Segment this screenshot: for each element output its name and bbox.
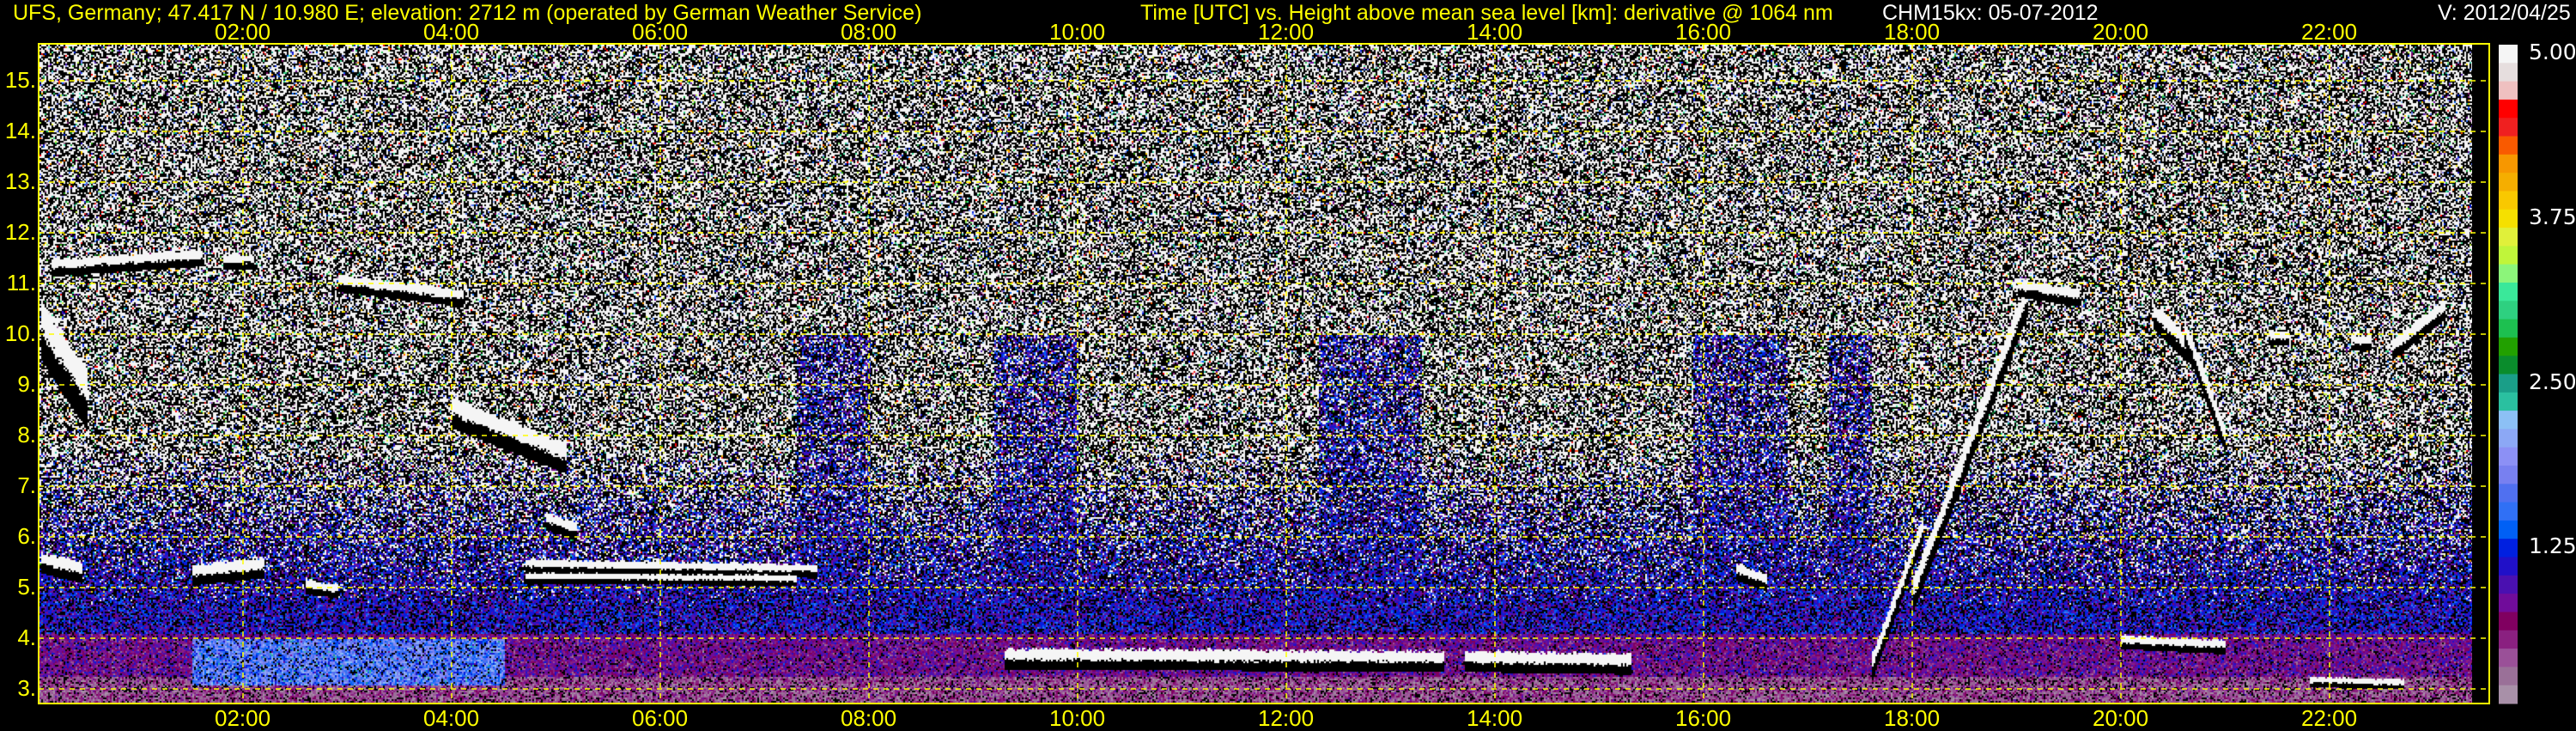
x-tick-label-bottom: 08:00 <box>841 705 897 731</box>
colorbar-tick-label: 2.50 <box>2529 369 2576 394</box>
colorbar-swatch <box>2499 466 2518 484</box>
colorbar-swatch <box>2499 667 2518 686</box>
y-tick-label: 5. <box>17 574 36 600</box>
x-tick-label-top: 08:00 <box>841 19 897 45</box>
plot-frame <box>38 43 2490 704</box>
colorbar-swatch <box>2499 118 2518 137</box>
x-tick-label-bottom: 18:00 <box>1884 705 1941 731</box>
y-tick-label: 6. <box>17 523 36 549</box>
colorbar-swatch <box>2499 392 2518 411</box>
x-tick-label-bottom: 06:00 <box>632 705 689 731</box>
colorbar-swatch <box>2499 429 2518 448</box>
x-tick-label-top: 18:00 <box>1884 19 1941 45</box>
y-tick-label: 15. <box>4 67 36 93</box>
y-tick-label: 13. <box>4 168 36 194</box>
colorbar-swatch <box>2499 228 2518 247</box>
colorbar-swatch <box>2499 502 2518 521</box>
x-tick-label-bottom: 16:00 <box>1675 705 1732 731</box>
colorbar-swatch <box>2499 154 2518 174</box>
x-tick-label-bottom: 04:00 <box>423 705 480 731</box>
colorbar-swatch <box>2499 612 2518 631</box>
x-tick-label-bottom: 10:00 <box>1049 705 1106 731</box>
plot-overlay <box>38 43 2518 704</box>
y-tick-label: 7. <box>17 472 36 498</box>
colorbar-swatch <box>2499 191 2518 210</box>
colorbar-swatch <box>2499 63 2518 82</box>
x-tick-label-top: 02:00 <box>215 19 271 45</box>
colorbar-swatch <box>2499 264 2518 283</box>
x-tick-label-top: 16:00 <box>1675 19 1732 45</box>
colorbar-swatch <box>2499 447 2518 466</box>
x-tick-label-bottom: 02:00 <box>215 705 271 731</box>
y-tick-label: 11. <box>6 270 36 295</box>
x-tick-label-bottom: 22:00 <box>2301 705 2358 731</box>
colorbar-swatch <box>2499 319 2518 338</box>
y-tick-label: 4. <box>17 624 36 650</box>
x-tick-label-bottom: 20:00 <box>2093 705 2149 731</box>
y-tick-label: 12. <box>4 219 36 245</box>
colorbar-swatch <box>2499 81 2518 101</box>
x-tick-label-bottom: 14:00 <box>1467 705 1523 731</box>
x-tick-label-bottom: 12:00 <box>1258 705 1315 731</box>
colorbar-swatch <box>2499 246 2518 265</box>
colorbar-swatch <box>2499 557 2518 576</box>
y-tick-label: 8. <box>17 422 36 448</box>
colorbar-swatch <box>2499 649 2518 667</box>
x-tick-label-top: 14:00 <box>1467 19 1523 45</box>
colorbar-swatch <box>2499 484 2518 503</box>
colorbar-swatch <box>2499 356 2518 375</box>
colorbar-swatch <box>2499 374 2518 393</box>
y-tick-label: 3. <box>17 675 36 701</box>
colorbar-swatch <box>2499 539 2518 558</box>
x-tick-label-top: 04:00 <box>423 19 480 45</box>
colorbar-swatch <box>2499 136 2518 155</box>
colorbar-swatch <box>2499 173 2518 192</box>
colorbar-tick-label: 1.25 <box>2529 533 2576 559</box>
x-tick-label-top: 20:00 <box>2093 19 2149 45</box>
x-tick-label-top: 10:00 <box>1049 19 1106 45</box>
colorbar-swatch <box>2499 685 2518 704</box>
colorbar-swatch <box>2499 575 2518 594</box>
y-tick-label: 14. <box>4 118 36 143</box>
x-tick-label-top: 12:00 <box>1258 19 1315 45</box>
y-tick-label: 10. <box>4 320 36 346</box>
y-tick-label: 9. <box>17 371 36 397</box>
colorbar-swatch <box>2499 337 2518 356</box>
colorbar-tick-label: 3.75 <box>2529 204 2576 229</box>
colorbar-swatch <box>2499 594 2518 612</box>
colorbar-swatch <box>2499 301 2518 320</box>
colorbar-swatch <box>2499 99 2518 119</box>
colorbar-swatch <box>2499 45 2518 64</box>
x-tick-label-top: 22:00 <box>2301 19 2358 45</box>
colorbar-swatch <box>2499 630 2518 649</box>
x-tick-label-top: 06:00 <box>632 19 689 45</box>
colorbar-swatch <box>2499 520 2518 539</box>
colorbar-swatch <box>2499 209 2518 228</box>
colorbar-swatch <box>2499 411 2518 429</box>
colorbar-tick-label: 5.00 <box>2529 40 2576 64</box>
colorbar-swatch <box>2499 282 2518 302</box>
